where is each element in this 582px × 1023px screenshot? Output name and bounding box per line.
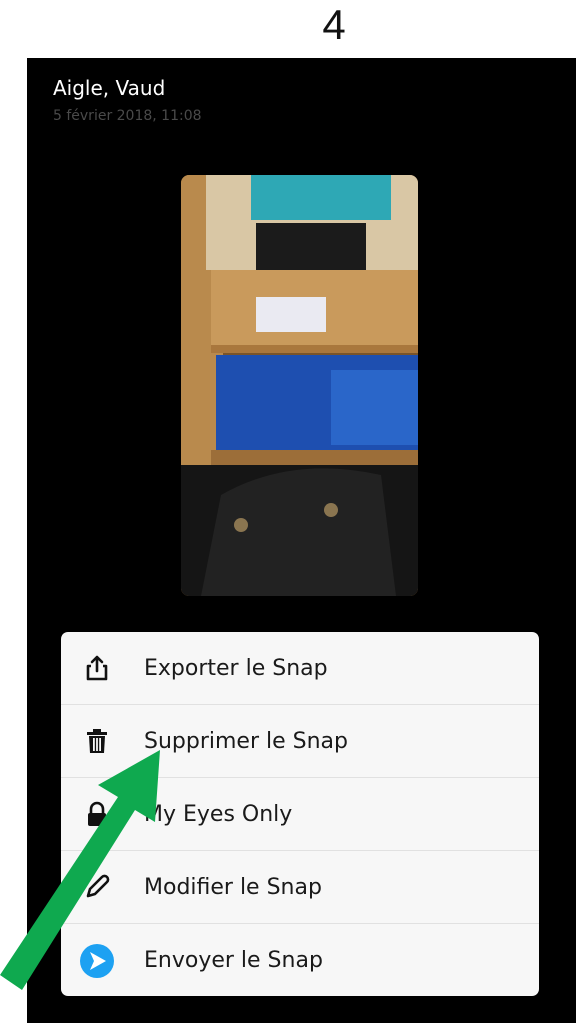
menu-item-label: Modifier le Snap (144, 874, 322, 900)
pencil-icon (79, 869, 115, 905)
menu-item-delete[interactable]: Supprimer le Snap (61, 705, 539, 778)
snap-detail-screen: Aigle, Vaud 5 février 2018, 11:08 Export… (27, 58, 576, 1023)
menu-item-send[interactable]: Envoyer le Snap (61, 924, 539, 996)
trash-icon (79, 723, 115, 759)
snap-location: Aigle, Vaud (53, 76, 166, 100)
step-number: 4 (322, 1, 346, 48)
menu-item-label: My Eyes Only (144, 801, 293, 827)
send-icon (79, 943, 115, 979)
snap-photo (181, 175, 418, 596)
snap-thumbnail[interactable] (181, 175, 418, 596)
snap-datetime: 5 février 2018, 11:08 (53, 108, 202, 124)
menu-item-label: Exporter le Snap (144, 655, 328, 681)
share-icon (79, 650, 115, 686)
snap-action-sheet: Exporter le Snap Supprimer le Snap My Ey… (61, 632, 539, 996)
menu-item-edit[interactable]: Modifier le Snap (61, 851, 539, 924)
menu-item-label: Envoyer le Snap (144, 948, 323, 973)
lock-icon (79, 796, 115, 832)
menu-item-label: Supprimer le Snap (144, 728, 348, 754)
menu-item-my-eyes-only[interactable]: My Eyes Only (61, 778, 539, 851)
menu-item-export[interactable]: Exporter le Snap (61, 632, 539, 705)
